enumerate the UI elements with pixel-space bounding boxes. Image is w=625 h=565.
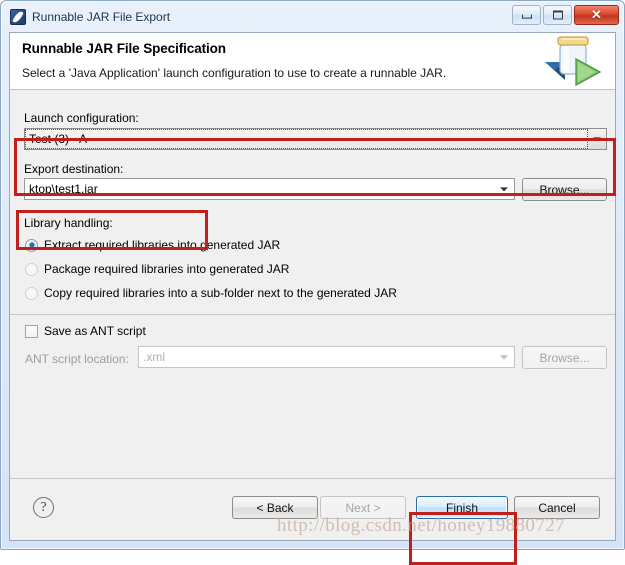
chevron-down-icon[interactable]: [588, 129, 606, 149]
page-title: Runnable JAR File Specification: [22, 41, 226, 56]
export-destination-value: ktop\test1.jar: [29, 182, 98, 196]
save-as-ant-script-label: Save as ANT script: [44, 324, 146, 338]
radio-copy-libraries[interactable]: Copy required libraries into a sub-folde…: [25, 284, 397, 302]
destination-browse-button[interactable]: Browse...: [522, 178, 607, 201]
minimize-icon: [521, 14, 532, 19]
close-icon: ✕: [591, 7, 602, 22]
section-divider: [10, 314, 615, 315]
launch-configuration-label: Launch configuration:: [24, 111, 139, 125]
ant-script-location-label: ANT script location:: [25, 352, 129, 366]
chevron-down-icon: [494, 347, 514, 367]
radio-copy-libraries-label: Copy required libraries into a sub-folde…: [44, 286, 397, 300]
page-description: Select a 'Java Application' launch confi…: [22, 66, 447, 80]
title-bar: Runnable JAR File Export ✕: [2, 2, 623, 32]
radio-package-libraries-label: Package required libraries into generate…: [44, 262, 290, 276]
radio-indicator-icon[interactable]: [25, 286, 38, 300]
help-icon[interactable]: ?: [33, 497, 54, 518]
ant-location-label-row: ANT script location:: [25, 350, 129, 368]
save-as-ant-script-checkbox-row[interactable]: Save as ANT script: [25, 322, 146, 340]
window-controls: ✕: [512, 5, 619, 25]
library-handling-label: Library handling:: [24, 216, 113, 230]
watermark-text: http://blog.csdn.net/honey19880727: [277, 515, 566, 536]
radio-package-libraries[interactable]: Package required libraries into generate…: [25, 260, 289, 278]
checkbox-indicator-icon[interactable]: [25, 324, 38, 338]
radio-extract-libraries[interactable]: Extract required libraries into generate…: [25, 236, 280, 254]
radio-extract-libraries-label: Extract required libraries into generate…: [44, 238, 281, 252]
launch-configuration-value: Test (3) - A: [25, 129, 588, 149]
export-destination-label-row: Export destination:: [24, 160, 123, 178]
window-title: Runnable JAR File Export: [32, 10, 171, 24]
ant-script-location-combo: .xml: [138, 346, 515, 368]
wizard-header: Runnable JAR File Specification Select a…: [10, 33, 615, 90]
close-button[interactable]: ✕: [574, 5, 619, 25]
maximize-icon: [552, 10, 563, 20]
ant-browse-button: Browse...: [522, 346, 607, 369]
export-destination-combo[interactable]: ktop\test1.jar: [24, 178, 515, 200]
minimize-button[interactable]: [512, 5, 541, 25]
ant-script-location-value: .xml: [143, 350, 165, 364]
export-destination-label: Export destination:: [24, 162, 124, 176]
chevron-down-icon[interactable]: [494, 179, 514, 199]
maximize-button[interactable]: [543, 5, 572, 25]
radio-indicator-icon[interactable]: [25, 262, 38, 276]
dialog-window: Runnable JAR File Export ✕ Runnable JAR …: [0, 0, 625, 565]
dialog-client-area: Runnable JAR File Specification Select a…: [9, 32, 616, 565]
radio-indicator-icon[interactable]: [25, 238, 38, 252]
library-handling-label-row: Library handling:: [24, 214, 113, 232]
launch-configuration-combo[interactable]: Test (3) - A: [24, 128, 607, 150]
footer-divider: [10, 478, 615, 479]
launch-configuration-label-row: Launch configuration:: [24, 109, 139, 127]
jar-with-green-arrow-icon: [545, 36, 602, 87]
eclipse-icon: [10, 9, 26, 25]
